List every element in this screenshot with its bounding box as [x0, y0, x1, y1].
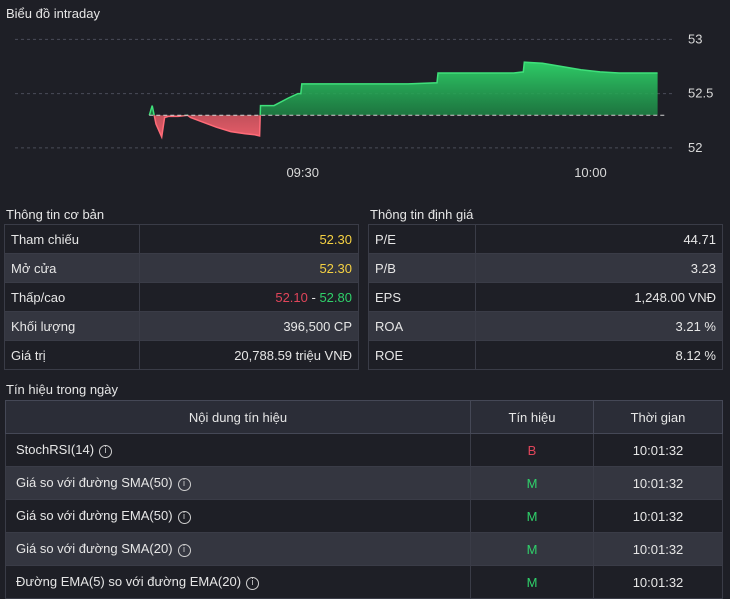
row-khoi-luong: Khối lượng 396,500 CP: [3, 311, 359, 341]
range-separator: -: [307, 289, 320, 305]
label: Mở cửa: [3, 253, 141, 283]
valuation-table: P/E 44.71 P/B 3.23 EPS 1,248.00 VNĐ ROA …: [367, 224, 723, 370]
table-row: StochRSI(14) i B 10:01:32: [5, 433, 723, 467]
row-pb: P/B 3.23: [367, 253, 723, 283]
x-tick-label: 10:00: [574, 165, 607, 180]
info-icon[interactable]: i: [177, 510, 191, 524]
signal-name-text: Đường EMA(5) so với đường EMA(20): [16, 574, 242, 590]
signal-time: 10:01:32: [593, 499, 723, 533]
intraday-chart: 53 52.5 52 09:30 10:00: [15, 31, 713, 180]
row-pe: P/E 44.71: [367, 224, 723, 254]
valuation-title: Thông tin định giá: [370, 207, 474, 222]
signal-name-text: Giá so với đường EMA(50): [16, 508, 173, 524]
x-tick-label: 09:30: [286, 165, 319, 180]
value: 52.10 - 52.80: [139, 282, 359, 312]
signal-value: B: [470, 433, 594, 467]
row-roa: ROA 3.21 %: [367, 311, 723, 341]
signal-name: Đường EMA(5) so với đường EMA(20) i: [5, 565, 471, 599]
value: 1,248.00 VNĐ: [475, 282, 723, 312]
info-icon[interactable]: i: [246, 576, 260, 590]
label: ROA: [367, 311, 477, 341]
y-tick-label: 53: [688, 31, 702, 46]
row-tham-chieu: Tham chiếu 52.30: [3, 224, 359, 254]
signal-name: Giá so với đường SMA(50) i: [5, 466, 471, 500]
label: P/E: [367, 224, 477, 254]
signal-time: 10:01:32: [593, 466, 723, 500]
value: 8.12 %: [475, 340, 723, 370]
header-time: Thời gian: [593, 400, 723, 434]
label: Tham chiếu: [3, 224, 141, 254]
signal-name: Giá so với đường SMA(20) i: [5, 532, 471, 566]
label: Giá trị: [3, 340, 141, 370]
basic-info-title: Thông tin cơ bản: [6, 207, 105, 222]
header-signal: Tín hiệu: [470, 400, 594, 434]
signal-time: 10:01:32: [593, 565, 723, 599]
row-gia-tri: Giá trị 20,788.59 triệu VNĐ: [3, 340, 359, 370]
table-row: Giá so với đường EMA(50) i M 10:01:32: [5, 499, 723, 533]
row-eps: EPS 1,248.00 VNĐ: [367, 282, 723, 312]
signal-value: M: [470, 499, 594, 533]
signal-value: M: [470, 466, 594, 500]
signal-time: 10:01:32: [593, 532, 723, 566]
label: EPS: [367, 282, 477, 312]
value: 20,788.59 triệu VNĐ: [139, 340, 359, 370]
label: P/B: [367, 253, 477, 283]
signal-time: 10:01:32: [593, 433, 723, 467]
low-value: 52.10: [275, 289, 308, 305]
table-row: Giá so với đường SMA(20) i M 10:01:32: [5, 532, 723, 566]
info-icon[interactable]: i: [177, 477, 191, 491]
y-tick-label: 52.5: [688, 86, 713, 101]
high-value: 52.80: [319, 289, 352, 305]
signals-title: Tín hiệu trong ngày: [6, 382, 119, 397]
value: 396,500 CP: [139, 311, 359, 341]
row-thap-cao: Thấp/cao 52.10 - 52.80: [3, 282, 359, 312]
table-row: Đường EMA(5) so với đường EMA(20) i M 10:…: [5, 565, 723, 599]
row-mo-cua: Mở cửa 52.30: [3, 253, 359, 283]
label: ROE: [367, 340, 477, 370]
signal-name-text: StochRSI(14): [16, 442, 95, 458]
chart-title: Biểu đồ intraday: [6, 6, 100, 21]
value: 3.21 %: [475, 311, 723, 341]
signal-name-text: Giá so với đường SMA(20): [16, 541, 173, 557]
value: 52.30: [139, 253, 359, 283]
basic-info-table: Tham chiếu 52.30 Mở cửa 52.30 Thấp/cao 5…: [3, 224, 359, 370]
header-signal-content: Nội dung tín hiệu: [5, 400, 471, 434]
signal-value: M: [470, 532, 594, 566]
table-row: Giá so với đường SMA(50) i M 10:01:32: [5, 466, 723, 500]
info-icon[interactable]: i: [177, 543, 191, 557]
signal-name: Giá so với đường EMA(50) i: [5, 499, 471, 533]
row-roe: ROE 8.12 %: [367, 340, 723, 370]
signal-value: M: [470, 565, 594, 599]
value: 52.30: [139, 224, 359, 254]
value: 44.71: [475, 224, 723, 254]
label: Thấp/cao: [3, 282, 141, 312]
signal-name: StochRSI(14) i: [5, 433, 471, 467]
info-icon[interactable]: i: [99, 444, 113, 458]
y-tick-label: 52: [688, 140, 702, 155]
signal-name-text: Giá so với đường SMA(50): [16, 475, 173, 491]
signals-table: Nội dung tín hiệu Tín hiệu Thời gian Sto…: [5, 400, 723, 599]
value: 3.23: [475, 253, 723, 283]
label: Khối lượng: [3, 311, 141, 341]
